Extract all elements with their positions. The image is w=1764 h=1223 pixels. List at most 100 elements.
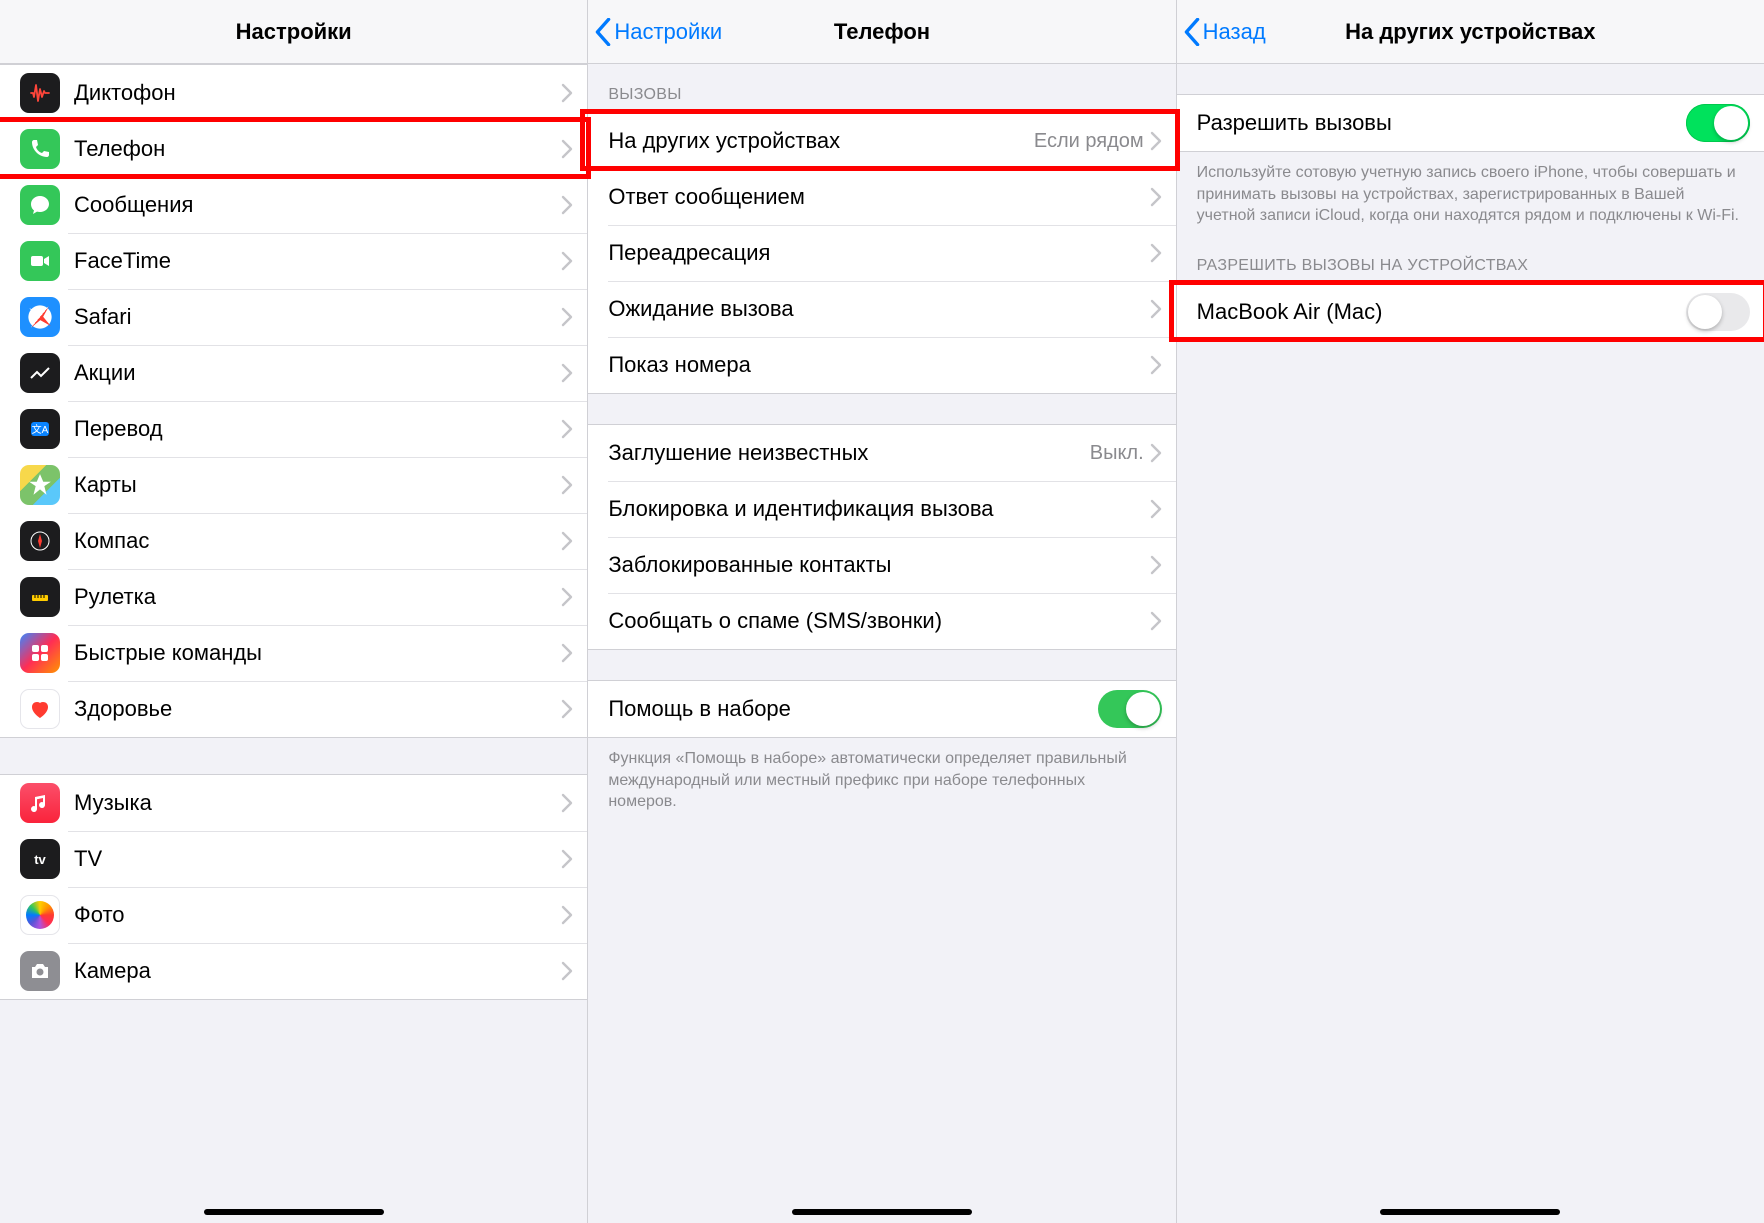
row-detail: Выкл. (1090, 442, 1144, 465)
stock-icon (20, 353, 60, 393)
chevron-right-icon (561, 138, 573, 160)
page-title: Настройки (236, 19, 352, 45)
row-label: Показ номера (608, 352, 1149, 378)
group-gap (0, 738, 587, 774)
section-header-calls: ВЫЗОВЫ (588, 64, 1175, 112)
settings-row[interactable]: Заглушение неизвестныхВыкл. (588, 425, 1175, 481)
chevron-right-icon (1150, 242, 1162, 264)
settings-row-phone[interactable]: Телефон (0, 121, 587, 177)
home-indicator (1380, 1209, 1560, 1215)
dial-assist-toggle[interactable] (1098, 690, 1162, 728)
settings-row[interactable]: Показ номера (588, 337, 1175, 393)
settings-row-label: Быстрые команды (74, 640, 561, 666)
settings-row-label: Карты (74, 472, 561, 498)
settings-row[interactable]: Ответ сообщением (588, 169, 1175, 225)
settings-row-shortcut[interactable]: Быстрые команды (0, 625, 587, 681)
settings-row-compass[interactable]: Компас (0, 513, 587, 569)
settings-row-stock[interactable]: Акции (0, 345, 587, 401)
page-title: На других устройствах (1345, 19, 1595, 45)
settings-row-maps[interactable]: Карты (0, 457, 587, 513)
settings-row-label: TV (74, 846, 561, 872)
section-header-devices: РАЗРЕШИТЬ ВЫЗОВЫ НА УСТРОЙСТВАХ (1177, 235, 1764, 283)
settings-row-label: Телефон (74, 136, 561, 162)
row-label: Ожидание вызова (608, 296, 1149, 322)
chevron-right-icon (1150, 298, 1162, 320)
chevron-right-icon (1150, 130, 1162, 152)
home-indicator (792, 1209, 972, 1215)
back-button[interactable]: Настройки (594, 0, 722, 63)
chevron-right-icon (561, 642, 573, 664)
chevron-right-icon (561, 848, 573, 870)
header: Настройки Телефон (588, 0, 1175, 64)
chevron-right-icon (561, 194, 573, 216)
settings-row-label: Рулетка (74, 584, 561, 610)
settings-row-photos[interactable]: Фото (0, 887, 587, 943)
settings-row-health[interactable]: Здоровье (0, 681, 587, 737)
settings-row-ft[interactable]: FaceTime (0, 233, 587, 289)
settings-row[interactable]: Заблокированные контакты (588, 537, 1175, 593)
device-row[interactable]: MacBook Air (Mac) (1177, 284, 1764, 340)
back-button[interactable]: Назад (1183, 0, 1266, 63)
health-icon (20, 689, 60, 729)
row-label: Ответ сообщением (608, 184, 1149, 210)
row-label: Заглушение неизвестных (608, 440, 1089, 466)
allow-calls-row[interactable]: Разрешить вызовы (1177, 95, 1764, 151)
ft-icon (20, 241, 60, 281)
apps-list-b: МузыкаtvTV Фото Камера (0, 774, 587, 1000)
other-devices-pane: Назад На других устройствах Разрешить вы… (1177, 0, 1764, 1223)
trans-icon: 文A (20, 409, 60, 449)
calls-list: На других устройствахЕсли рядом Ответ соо… (588, 112, 1175, 394)
dial-assist-label: Помощь в наборе (608, 696, 1097, 722)
device-toggle[interactable] (1686, 293, 1750, 331)
settings-row-label: Акции (74, 360, 561, 386)
chevron-right-icon (561, 698, 573, 720)
settings-row-label: Диктофон (74, 80, 561, 106)
devices-list: MacBook Air (Mac) (1177, 283, 1764, 341)
header: Настройки (0, 0, 587, 64)
back-label: Настройки (614, 19, 722, 45)
allow-calls-list: Разрешить вызовы (1177, 94, 1764, 152)
chevron-right-icon (1150, 554, 1162, 576)
settings-row[interactable]: Ожидание вызова (588, 281, 1175, 337)
settings-row[interactable]: Переадресация (588, 225, 1175, 281)
photos-icon (20, 895, 60, 935)
settings-row-label: Фото (74, 902, 561, 928)
dial-assist-list: Помощь в наборе (588, 680, 1175, 738)
settings-row-measure[interactable]: Рулетка (0, 569, 587, 625)
settings-row-safari[interactable]: Safari (0, 289, 587, 345)
device-label: MacBook Air (Mac) (1197, 299, 1686, 325)
home-indicator (204, 1209, 384, 1215)
row-label: На других устройствах (608, 128, 1034, 154)
settings-row-tv[interactable]: tvTV (0, 831, 587, 887)
chevron-right-icon (561, 904, 573, 926)
allow-calls-label: Разрешить вызовы (1197, 110, 1686, 136)
settings-row-trans[interactable]: 文AПеревод (0, 401, 587, 457)
settings-row-label: Камера (74, 958, 561, 984)
chevron-right-icon (561, 530, 573, 552)
settings-row-label: Здоровье (74, 696, 561, 722)
settings-row[interactable]: Сообщать о спаме (SMS/звонки) (588, 593, 1175, 649)
settings-row-voice[interactable]: Диктофон (0, 65, 587, 121)
phone-icon (20, 129, 60, 169)
allow-calls-footer: Используйте сотовую учетную запись своег… (1177, 152, 1764, 235)
page-title: Телефон (834, 19, 930, 45)
safari-icon (20, 297, 60, 337)
back-label: Назад (1203, 19, 1266, 45)
dial-assist-row[interactable]: Помощь в наборе (588, 681, 1175, 737)
shortcut-icon (20, 633, 60, 673)
chevron-right-icon (1150, 498, 1162, 520)
allow-calls-toggle[interactable] (1686, 104, 1750, 142)
chevron-right-icon (1150, 354, 1162, 376)
settings-row-camera[interactable]: Камера (0, 943, 587, 999)
settings-row-msg[interactable]: Сообщения (0, 177, 587, 233)
apps-list-a: Диктофон Телефон СообщенияFaceTimeSafari Ак… (0, 64, 587, 738)
settings-row[interactable]: Блокировка и идентификация вызова (588, 481, 1175, 537)
row-label: Заблокированные контакты (608, 552, 1149, 578)
settings-row-music[interactable]: Музыка (0, 775, 587, 831)
measure-icon (20, 577, 60, 617)
settings-row-label: Компас (74, 528, 561, 554)
header: Назад На других устройствах (1177, 0, 1764, 64)
compass-icon (20, 521, 60, 561)
msg-icon (20, 185, 60, 225)
settings-row[interactable]: На других устройствахЕсли рядом (588, 113, 1175, 169)
